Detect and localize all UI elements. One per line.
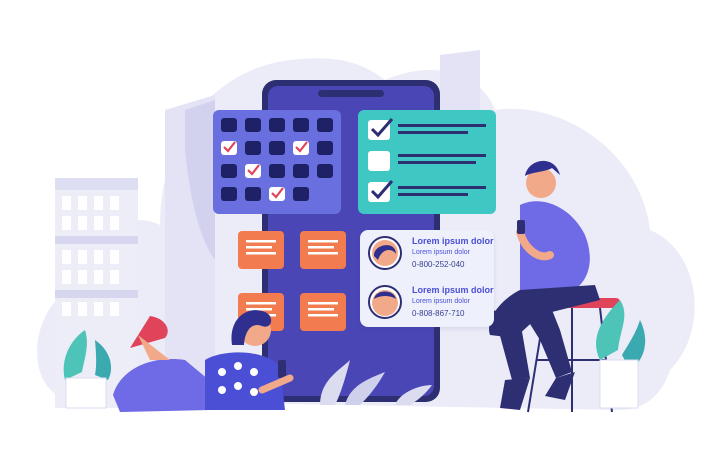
contact-item[interactable]: Lorem ipsum dolor Lorem ipsum dolor 0-80… [368, 281, 504, 327]
contact-name: Lorem ipsum dolor [412, 236, 494, 246]
contact-phone: 0-800-252-040 [412, 260, 465, 269]
note-4 [300, 293, 346, 331]
female-avatar-icon [368, 236, 402, 270]
contact-phone: 0-808-867-710 [412, 309, 465, 318]
calendar-widget [213, 110, 341, 214]
contact-name: Lorem ipsum dolor [412, 285, 494, 295]
checklist-widget [358, 110, 496, 214]
male-avatar-icon [368, 285, 402, 319]
note-2 [300, 231, 346, 269]
contact-subtitle: Lorem ipsum dolor [412, 249, 470, 256]
note-1 [238, 231, 284, 269]
contact-item[interactable]: Lorem ipsum dolor Lorem ipsum dolor 0-80… [368, 232, 504, 278]
contact-subtitle: Lorem ipsum dolor [412, 298, 470, 305]
illustration-scene [37, 50, 695, 413]
contacts-card: Lorem ipsum dolor Lorem ipsum dolor 0-80… [360, 230, 494, 327]
